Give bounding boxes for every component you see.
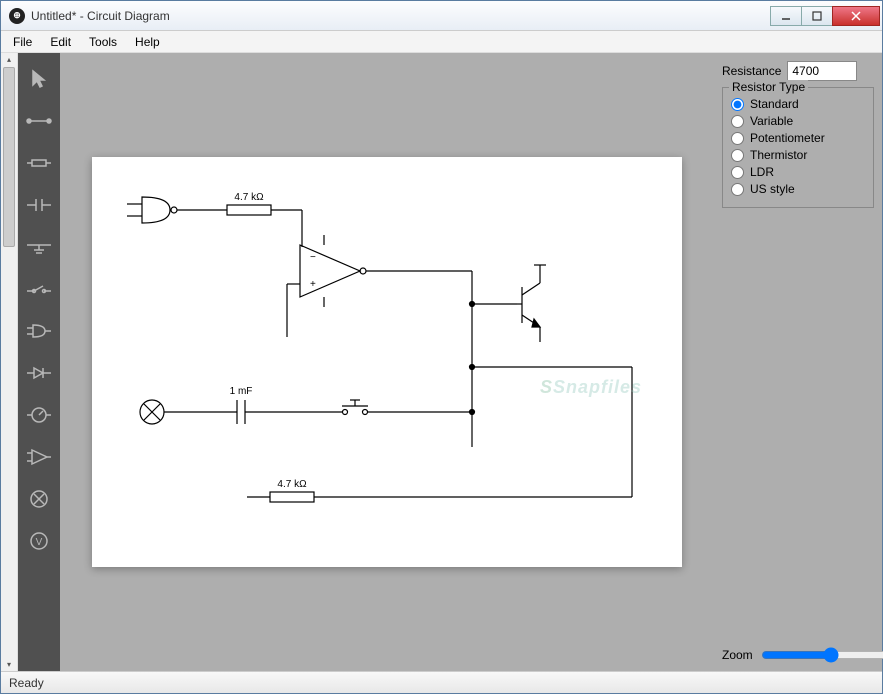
window-title: Untitled* - Circuit Diagram	[31, 9, 771, 23]
group-legend: Resistor Type	[729, 80, 808, 94]
maximize-button[interactable]	[801, 6, 833, 26]
resistance-label: Resistance	[722, 64, 781, 78]
titlebar: ⊕ Untitled* - Circuit Diagram	[1, 1, 882, 31]
switch-tool[interactable]	[21, 269, 57, 309]
c1-label: 1 mF	[230, 386, 253, 397]
svg-text:+: +	[310, 279, 316, 290]
radio-variable-label: Variable	[750, 114, 793, 128]
resistance-row: Resistance	[722, 61, 874, 81]
content-area: ▴ ▾ V	[1, 53, 882, 671]
properties-panel: Resistance Resistor Type Standard Variab…	[714, 53, 882, 671]
diode-tool[interactable]	[21, 353, 57, 393]
meter-tool[interactable]	[21, 395, 57, 435]
minimize-button[interactable]	[770, 6, 802, 26]
radio-potentiometer[interactable]	[731, 132, 744, 145]
menu-file[interactable]: File	[5, 33, 40, 51]
statusbar: Ready	[1, 671, 882, 693]
ground-tool[interactable]	[21, 227, 57, 267]
menu-help[interactable]: Help	[127, 33, 168, 51]
resistor-type-group: Resistor Type Standard Variable Potentio…	[722, 87, 874, 208]
radio-ldr[interactable]	[731, 166, 744, 179]
wire-tool[interactable]	[21, 101, 57, 141]
voltmeter-tool[interactable]: V	[21, 521, 57, 561]
opamp-tool[interactable]	[21, 437, 57, 477]
radio-thermistor[interactable]	[731, 149, 744, 162]
r2-label: 4.7 kΩ	[277, 479, 307, 490]
tool-palette: V	[18, 53, 60, 671]
radio-variable[interactable]	[731, 115, 744, 128]
pointer-tool[interactable]	[21, 59, 57, 99]
radio-standard[interactable]	[731, 98, 744, 111]
gate-tool[interactable]	[21, 311, 57, 351]
scroll-down-icon[interactable]: ▾	[3, 658, 15, 671]
app-window: ⊕ Untitled* - Circuit Diagram File Edit …	[0, 0, 883, 694]
capacitor-tool[interactable]	[21, 185, 57, 225]
menu-edit[interactable]: Edit	[42, 33, 79, 51]
status-text: Ready	[9, 676, 44, 690]
menubar: File Edit Tools Help	[1, 31, 882, 53]
radio-potentiometer-label: Potentiometer	[750, 131, 825, 145]
window-controls	[771, 6, 880, 26]
scroll-up-icon[interactable]: ▴	[3, 53, 15, 66]
radio-us-style[interactable]	[731, 183, 744, 196]
zoom-label: Zoom	[722, 648, 753, 662]
close-button[interactable]	[832, 6, 880, 26]
left-scrollbar[interactable]: ▴ ▾	[1, 53, 18, 671]
radio-ldr-label: LDR	[750, 165, 774, 179]
menu-tools[interactable]: Tools	[81, 33, 125, 51]
canvas-area[interactable]: 4.7 kΩ − +	[60, 53, 714, 671]
r1-label: 4.7 kΩ	[234, 192, 264, 203]
svg-text:V: V	[36, 537, 43, 548]
scroll-thumb[interactable]	[3, 67, 15, 247]
radio-us-style-label: US style	[750, 182, 795, 196]
circuit-canvas[interactable]: 4.7 kΩ − +	[92, 157, 682, 567]
radio-standard-label: Standard	[750, 97, 799, 111]
lamp-tool[interactable]	[21, 479, 57, 519]
resistance-input[interactable]	[787, 61, 857, 81]
radio-thermistor-label: Thermistor	[750, 148, 807, 162]
zoom-slider[interactable]	[761, 647, 883, 663]
zoom-row: Zoom	[722, 637, 874, 663]
svg-text:−: −	[310, 252, 316, 263]
app-icon: ⊕	[9, 8, 25, 24]
resistor-tool[interactable]	[21, 143, 57, 183]
